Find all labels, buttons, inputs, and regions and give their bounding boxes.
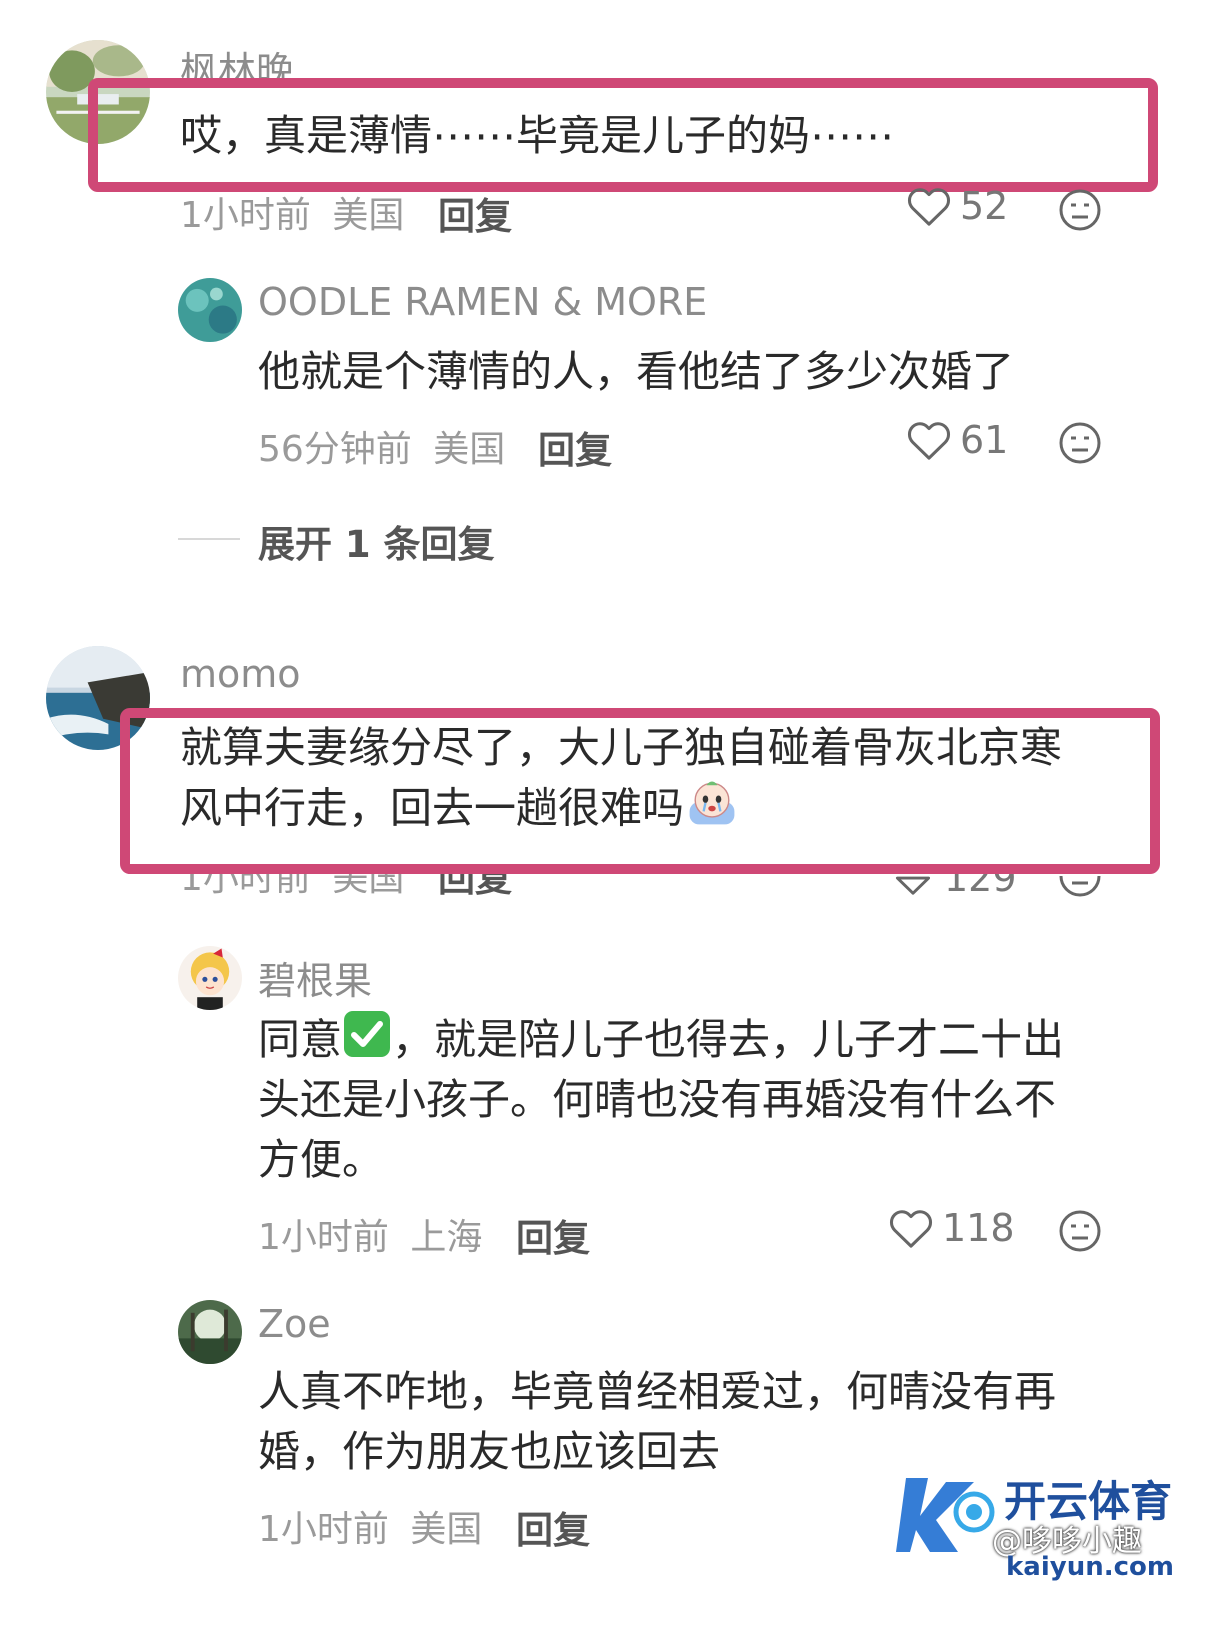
- heart-icon: [895, 876, 931, 895]
- dislike-face-icon[interactable]: [1058, 421, 1102, 465]
- comment-time: 1小时前: [258, 1509, 389, 1550]
- heart-icon: [907, 188, 951, 226]
- heart-icon: [889, 1210, 933, 1248]
- username[interactable]: OODLE RAMEN & MORE: [258, 280, 707, 324]
- like-count: 129: [944, 874, 1017, 898]
- username[interactable]: 碧根果: [258, 950, 372, 1005]
- comment-time: 56分钟前: [258, 429, 412, 470]
- comment-time: 1小时前: [258, 1217, 389, 1258]
- check-mark-icon: [342, 1009, 392, 1077]
- comment-text-line-1a: 同意: [258, 1015, 343, 1064]
- comment-meta: 1小时前 美国: [258, 1500, 482, 1552]
- highlight-box-1: [88, 78, 1158, 192]
- avatar-reply-2[interactable]: [178, 946, 242, 1010]
- like-button[interactable]: 52: [906, 184, 1008, 228]
- dislike-face-icon[interactable]: [1058, 1209, 1102, 1253]
- comment-text-line-2: 婚，作为朋友也应该回去: [258, 1427, 721, 1476]
- comment-meta: 1小时前 美国: [180, 874, 404, 898]
- avatar-forest-image: [178, 1300, 242, 1364]
- comment-time: 1小时前: [180, 195, 311, 236]
- like-count: 52: [960, 184, 1009, 228]
- dislike-face-icon[interactable]: [1058, 876, 1102, 898]
- comment-text-line-1b: ，就是陪儿子也得去，儿子才二十出: [392, 1015, 1065, 1064]
- avatar-reply-1[interactable]: [178, 278, 242, 342]
- comment-text-line-1: 人真不咋地，毕竟曾经相爱过，何晴没有再: [258, 1367, 1057, 1416]
- watermark: 开云体育 @哆哆小趣 kaiyun.com: [896, 1468, 1196, 1618]
- comment-meta: 1小时前 美国: [180, 186, 404, 238]
- reply-button[interactable]: 回复: [538, 420, 612, 474]
- comment-location: 上海: [410, 1217, 483, 1258]
- avatar-water-image: [178, 278, 242, 342]
- username[interactable]: Zoe: [258, 1302, 331, 1346]
- comment-location: 美国: [410, 1509, 483, 1550]
- comment-text-line-2: 头还是小孩子。何晴也没有再婚没有什么不: [258, 1075, 1057, 1124]
- expand-replies-button[interactable]: 展开 1 条回复: [258, 514, 495, 568]
- username[interactable]: momo: [180, 652, 301, 696]
- avatar-reply-3[interactable]: [178, 1300, 242, 1364]
- like-button[interactable]: 118: [888, 1206, 1015, 1250]
- reply-button[interactable]: 回复: [438, 186, 512, 240]
- dislike-face-icon[interactable]: [1058, 188, 1102, 232]
- comment-text-line-1: 同意 ，就是陪儿子也得去，儿子才二十出: [258, 1008, 1064, 1077]
- comment-location: 美国: [332, 195, 405, 236]
- like-button[interactable]: 61: [906, 418, 1008, 462]
- comment-meta: 56分钟前 美国: [258, 420, 505, 472]
- comment-text-line-3: 方便。: [258, 1135, 385, 1184]
- comment-location: 美国: [332, 874, 405, 898]
- reply-button[interactable]: 回复: [516, 1208, 590, 1262]
- watermark-domain: kaiyun.com: [1006, 1552, 1174, 1582]
- like-count: 61: [960, 418, 1009, 462]
- comment-text: 他就是个薄情的人，看他结了多少次婚了: [258, 347, 1015, 396]
- avatar-cartoon-girl-image: [178, 946, 242, 1010]
- comment-meta: 1小时前 上海: [258, 1208, 482, 1260]
- reply-button[interactable]: 回复: [516, 1500, 590, 1554]
- comment-location: 美国: [433, 429, 506, 470]
- comment-time: 1小时前: [180, 874, 311, 898]
- like-button[interactable]: 129: [890, 874, 1017, 898]
- expand-divider: [178, 538, 240, 540]
- like-count: 118: [942, 1206, 1015, 1250]
- reply-button[interactable]: 回复: [438, 874, 512, 898]
- heart-icon: [907, 422, 951, 460]
- highlight-box-2: [120, 708, 1160, 874]
